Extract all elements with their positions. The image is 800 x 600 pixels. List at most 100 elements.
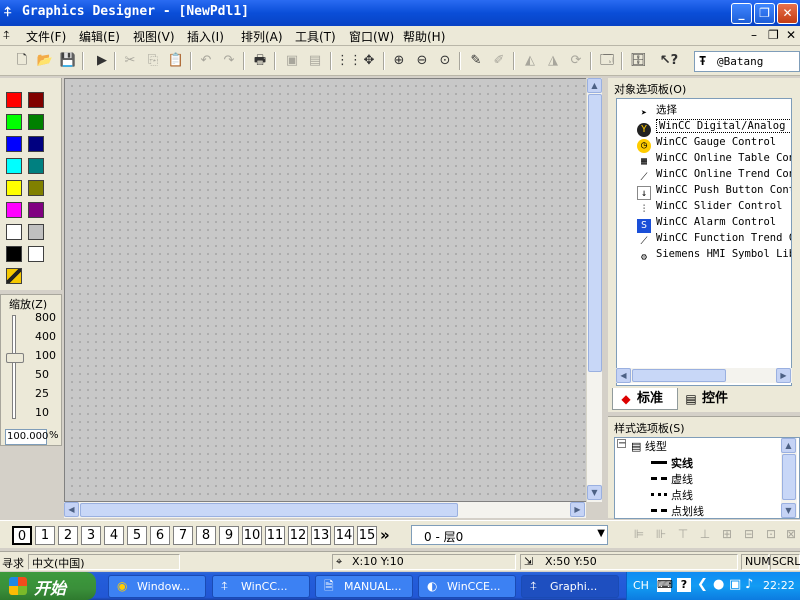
color-swatch[interactable] (6, 158, 22, 174)
format-painter-icon[interactable]: ✐ (489, 51, 509, 71)
custom-color-icon[interactable] (6, 268, 22, 284)
print-icon[interactable]: 🖶 (250, 51, 270, 71)
rotate-icon[interactable]: ⟳ (566, 51, 586, 71)
qq-icon[interactable]: ● (713, 577, 724, 592)
scroll-left-icon[interactable]: ◀ (616, 368, 631, 383)
layer-button[interactable]: 5 (127, 526, 147, 545)
cut-icon[interactable]: ✂ (120, 51, 140, 71)
layer-button[interactable]: 12 (288, 526, 308, 545)
color-swatch[interactable] (6, 136, 22, 152)
layer-button[interactable]: 9 (219, 526, 239, 545)
align-bottom-icon[interactable]: ⊥ (696, 527, 714, 543)
object-tree-horizontal-scrollbar[interactable]: ◀ ▶ (616, 368, 792, 383)
task-wincce[interactable]: ◐ WinCCE... (418, 575, 516, 598)
layer-select[interactable]: 0 - 层0 ▼ (411, 525, 608, 545)
save-icon[interactable]: 💾 (58, 51, 78, 71)
grid-icon[interactable]: ⋮⋮ (336, 51, 362, 71)
layer-button[interactable]: 0 (12, 526, 32, 545)
canvas-vertical-scrollbar[interactable]: ▲ ▼ (586, 78, 602, 502)
menu-view[interactable]: 视图(V) (133, 28, 175, 45)
tab-controls[interactable]: ▤ 控件 (678, 388, 744, 410)
keyboard-icon[interactable]: ⌨ (657, 578, 673, 592)
task-graphics-designer[interactable]: ⍏ Graphi... (521, 575, 619, 598)
zoom-tick[interactable]: 100 (35, 349, 56, 362)
color-swatch[interactable] (6, 114, 22, 130)
color-swatch[interactable] (28, 246, 44, 262)
layer-button[interactable]: 14 (334, 526, 354, 545)
network-icon[interactable]: ▣ (729, 577, 741, 592)
menu-tools[interactable]: 工具(T) (295, 28, 336, 45)
zoom-tick[interactable]: 10 (35, 406, 49, 419)
spacing-icon[interactable]: ⊠ (782, 527, 800, 543)
zoom-slider-thumb[interactable] (6, 353, 24, 363)
tab-standard[interactable]: ◆ 标准 (612, 388, 678, 410)
snap-icon[interactable]: ✥ (359, 51, 379, 71)
align-left-icon[interactable]: ⊫ (630, 527, 648, 543)
undo-icon[interactable]: ↶ (196, 51, 216, 71)
copy-icon[interactable]: ⎘ (143, 51, 163, 71)
bring-front-icon[interactable]: ▣ (282, 51, 302, 71)
scroll-up-icon[interactable]: ▲ (781, 438, 796, 453)
layer-button[interactable]: 2 (58, 526, 78, 545)
color-swatch[interactable] (28, 158, 44, 174)
object-item-trend[interactable]: ⟋ WinCC Online Trend Con (637, 166, 792, 183)
app-icon[interactable]: ⍏ (4, 5, 18, 21)
same-width-icon[interactable]: ⊞ (718, 527, 736, 543)
eyedropper-icon[interactable]: ✎ (466, 51, 486, 71)
color-swatch[interactable] (28, 92, 44, 108)
distribute-icon[interactable]: ⊡ (762, 527, 780, 543)
color-swatch[interactable] (6, 180, 22, 196)
drawing-canvas[interactable] (64, 78, 600, 502)
scroll-right-icon[interactable]: ▶ (570, 502, 585, 517)
flip-horizontal-icon[interactable]: ◭ (520, 51, 540, 71)
object-tree-scroll-thumb[interactable] (632, 369, 726, 382)
menu-edit[interactable]: 编辑(E) (79, 28, 120, 45)
layer-button[interactable]: 15 (357, 526, 377, 545)
zoom-tick[interactable]: 400 (35, 330, 56, 343)
font-selector[interactable]: Ŧ @Batang (694, 51, 800, 72)
color-swatch[interactable] (6, 92, 22, 108)
expand-tray-icon[interactable]: ❮ (697, 577, 708, 592)
title-bar[interactable]: ⍏ Graphics Designer - [NewPdl1] _ ❐ ✕ (0, 0, 800, 26)
close-button[interactable]: ✕ (777, 3, 798, 24)
minimize-button[interactable]: _ (731, 3, 752, 24)
align-center-icon[interactable]: ⊪ (652, 527, 670, 543)
style-root-line-type[interactable]: ▤ 线型 (631, 438, 667, 454)
object-item-select[interactable]: ➤ 选择 (637, 102, 677, 119)
style-item-dash-dot[interactable]: 点划线 (651, 503, 704, 519)
start-button[interactable]: 开始 (0, 572, 96, 600)
maximize-button[interactable]: ❐ (754, 3, 775, 24)
layer-button[interactable]: 3 (81, 526, 101, 545)
canvas-horizontal-scrollbar[interactable]: ◀ ▶ (64, 502, 586, 518)
flip-vertical-icon[interactable]: ◮ (543, 51, 563, 71)
menu-arrange[interactable]: 排列(A) (241, 28, 283, 45)
language-indicator[interactable]: CH (633, 579, 649, 592)
align-top-icon[interactable]: ⊤ (674, 527, 692, 543)
scroll-up-icon[interactable]: ▲ (587, 78, 602, 93)
menu-insert[interactable]: 插入(I) (187, 28, 224, 45)
style-item-dotted[interactable]: 点线 (651, 487, 693, 503)
zoom-tick[interactable]: 50 (35, 368, 49, 381)
object-item-function-trend[interactable]: ⟋ WinCC Function Trend C (637, 230, 792, 247)
style-scroll-thumb[interactable] (782, 454, 796, 500)
zoom-value-input[interactable]: 100.000 (5, 429, 48, 445)
zoom-tick[interactable]: 25 (35, 387, 49, 400)
task-manual[interactable]: 🗎 MANUAL... (315, 575, 413, 598)
zoom-slider-track[interactable] (12, 315, 16, 419)
doc-minimize-button[interactable]: – (751, 28, 757, 42)
color-swatch[interactable] (28, 114, 44, 130)
run-icon[interactable]: ▶ (92, 51, 112, 71)
layer-button[interactable]: 1 (35, 526, 55, 545)
style-item-dashed[interactable]: 虚线 (651, 471, 693, 487)
color-swatch[interactable] (28, 180, 44, 196)
open-icon[interactable]: 📂 (35, 51, 55, 71)
zoom-out-icon[interactable]: ⊖ (412, 51, 432, 71)
style-tree-scrollbar[interactable]: ▲ ▼ (781, 438, 797, 518)
paste-icon[interactable]: 📋 (166, 51, 186, 71)
menu-file[interactable]: 文件(F) (26, 28, 66, 45)
help-icon[interactable]: ? (677, 578, 691, 592)
object-item-push-button[interactable]: ↓ WinCC Push Button Cont (637, 182, 791, 200)
document-icon[interactable]: ⍏ (3, 28, 10, 43)
context-help-icon[interactable]: ↖? (659, 51, 679, 71)
task-windows[interactable]: ◉ Window... (108, 575, 206, 598)
